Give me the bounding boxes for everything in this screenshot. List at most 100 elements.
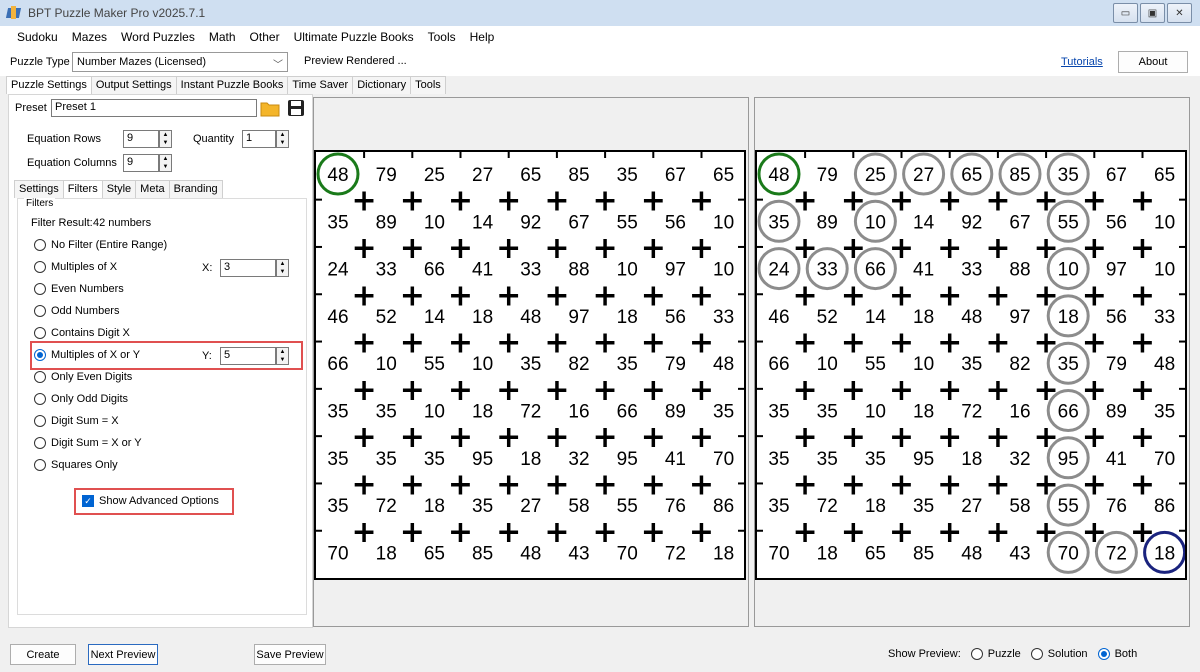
grid-cell-number: 10 [376, 354, 397, 375]
filter-option-only-odd-digits[interactable]: Only Odd Digits [34, 393, 128, 405]
operator-plus: + [889, 278, 914, 313]
radio-digit-sum-x[interactable] [34, 415, 46, 427]
grid-cell-number: 24 [768, 260, 790, 281]
operator-plus: + [689, 373, 714, 408]
subtab-branding[interactable]: Branding [168, 180, 223, 198]
menu-tools[interactable]: Tools [421, 30, 463, 44]
operator-plus: + [593, 231, 618, 266]
grid-cell-number: 25 [865, 165, 886, 186]
next-preview-button[interactable]: Next Preview [88, 644, 158, 665]
tab-puzzle-settings[interactable]: Puzzle Settings [6, 76, 92, 94]
filter-result-label: Filter Result: [31, 217, 93, 229]
grid-cell-number: 97 [1009, 307, 1030, 328]
grid-cell-number: 48 [961, 307, 982, 328]
grid-cell-number: 48 [520, 543, 541, 564]
x-value-spinner[interactable]: ▲ ▼ [276, 259, 289, 277]
menu-mazes[interactable]: Mazes [65, 30, 114, 44]
tab-time-saver[interactable]: Time Saver [287, 76, 354, 94]
save-icon[interactable] [286, 99, 306, 117]
puzzle-type-select[interactable]: Number Mazes (Licensed) ﹀ [72, 52, 288, 72]
radio-puzzle[interactable] [970, 648, 983, 660]
grid-cell-number: 18 [376, 543, 397, 564]
menu-help[interactable]: Help [463, 30, 502, 44]
tutorials-link[interactable]: Tutorials [1061, 56, 1103, 68]
menu-sudoku[interactable]: Sudoku [10, 30, 65, 44]
grid-cell-number: 41 [665, 449, 686, 470]
highlight-advanced-options [74, 488, 234, 515]
radio-contains-digit[interactable] [34, 327, 46, 339]
about-button[interactable]: About [1118, 51, 1188, 73]
grid-cell-number: 18 [1154, 543, 1175, 564]
radio-only-even-digits[interactable] [34, 371, 46, 383]
operator-plus: + [544, 231, 569, 266]
subtab-meta[interactable]: Meta [135, 180, 170, 198]
radio-multiples-x[interactable] [34, 261, 46, 273]
equation-rows-input[interactable]: 9 [123, 130, 159, 148]
filter-option-no-filter[interactable]: No Filter (Entire Range) [34, 239, 167, 251]
filter-option-odd[interactable]: Odd Numbers [34, 305, 119, 317]
radio-digit-sum-x-or-y[interactable] [34, 437, 46, 449]
grid-cell-number: 10 [817, 354, 838, 375]
operator-plus: + [937, 420, 962, 455]
subtab-filters[interactable]: Filters [62, 180, 103, 198]
operator-plus: + [689, 326, 714, 361]
radio-solution[interactable] [1030, 648, 1043, 660]
radio-both[interactable] [1097, 648, 1110, 660]
filter-option-digit-sum-x-or-y[interactable]: Digit Sum = X or Y [34, 437, 142, 449]
x-value-input[interactable]: 3 [220, 259, 276, 277]
filter-option-squares-only[interactable]: Squares Only [34, 459, 118, 471]
save-preview-button[interactable]: Save Preview [254, 644, 326, 665]
operator-plus: + [937, 231, 962, 266]
tab-instant-puzzle-books[interactable]: Instant Puzzle Books [175, 76, 289, 94]
operator-plus: + [889, 420, 914, 455]
grid-cell-number: 10 [424, 402, 445, 423]
equation-columns-input[interactable]: 9 [123, 154, 159, 172]
menu-math[interactable]: Math [202, 30, 243, 44]
chevron-down-icon: ﹀ [273, 60, 283, 71]
option-label: Odd Numbers [51, 305, 120, 317]
close-button[interactable]: ✕ [1167, 3, 1192, 23]
preset-input[interactable]: Preset 1 [51, 99, 257, 117]
operator-plus: + [496, 326, 521, 361]
grid-cell-number: 97 [568, 307, 589, 328]
equation-rows-spinner[interactable]: ▲ ▼ [159, 130, 172, 148]
radio-only-odd-digits[interactable] [34, 393, 46, 405]
tab-output-settings[interactable]: Output Settings [90, 76, 177, 94]
subtab-settings[interactable]: Settings [14, 180, 64, 198]
grid-cell-number: 48 [713, 354, 734, 375]
maximize-button[interactable]: ▣ [1140, 3, 1165, 23]
create-button[interactable]: Create [10, 644, 76, 665]
folder-icon[interactable] [260, 99, 280, 117]
grid-cell-number: 58 [568, 496, 589, 517]
grid-cell-number: 43 [1009, 543, 1030, 564]
operator-plus: + [889, 326, 914, 361]
filter-option-digit-sum-x[interactable]: Digit Sum = X [34, 415, 119, 427]
operator-plus: + [352, 515, 377, 550]
grid-cell-number: 86 [1154, 496, 1175, 517]
radio-even[interactable] [34, 283, 46, 295]
radio-no-filter[interactable] [34, 239, 46, 251]
tab-tools[interactable]: Tools [410, 76, 446, 94]
quantity-spinner[interactable]: ▲ ▼ [276, 130, 289, 148]
grid-cell-number: 56 [1106, 307, 1127, 328]
menu-word-puzzles[interactable]: Word Puzzles [114, 30, 202, 44]
bottom-bar: Create Next Preview Save Preview Show Pr… [0, 636, 1200, 672]
quantity-input[interactable]: 1 [242, 130, 276, 148]
minimize-button[interactable]: ▭ [1113, 3, 1138, 23]
grid-cell-number: 35 [376, 449, 397, 470]
menu-ultimate-puzzle-books[interactable]: Ultimate Puzzle Books [287, 30, 421, 44]
radio-odd[interactable] [34, 305, 46, 317]
menu-other[interactable]: Other [243, 30, 287, 44]
tab-dictionary[interactable]: Dictionary [352, 76, 412, 94]
preset-label: Preset [15, 102, 47, 114]
subtab-style[interactable]: Style [101, 180, 137, 198]
grid-cell-number: 97 [665, 260, 686, 281]
equation-columns-spinner[interactable]: ▲ ▼ [159, 154, 172, 172]
filter-option-only-even-digits[interactable]: Only Even Digits [34, 371, 132, 383]
radio-squares-only[interactable] [34, 459, 46, 471]
filter-option-multiples-x[interactable]: Multiples of X [34, 261, 117, 273]
grid-cell-number: 25 [424, 165, 445, 186]
grid-cell-number: 35 [376, 402, 397, 423]
filter-option-even[interactable]: Even Numbers [34, 283, 124, 295]
filter-option-contains-digit[interactable]: Contains Digit X [34, 327, 130, 339]
